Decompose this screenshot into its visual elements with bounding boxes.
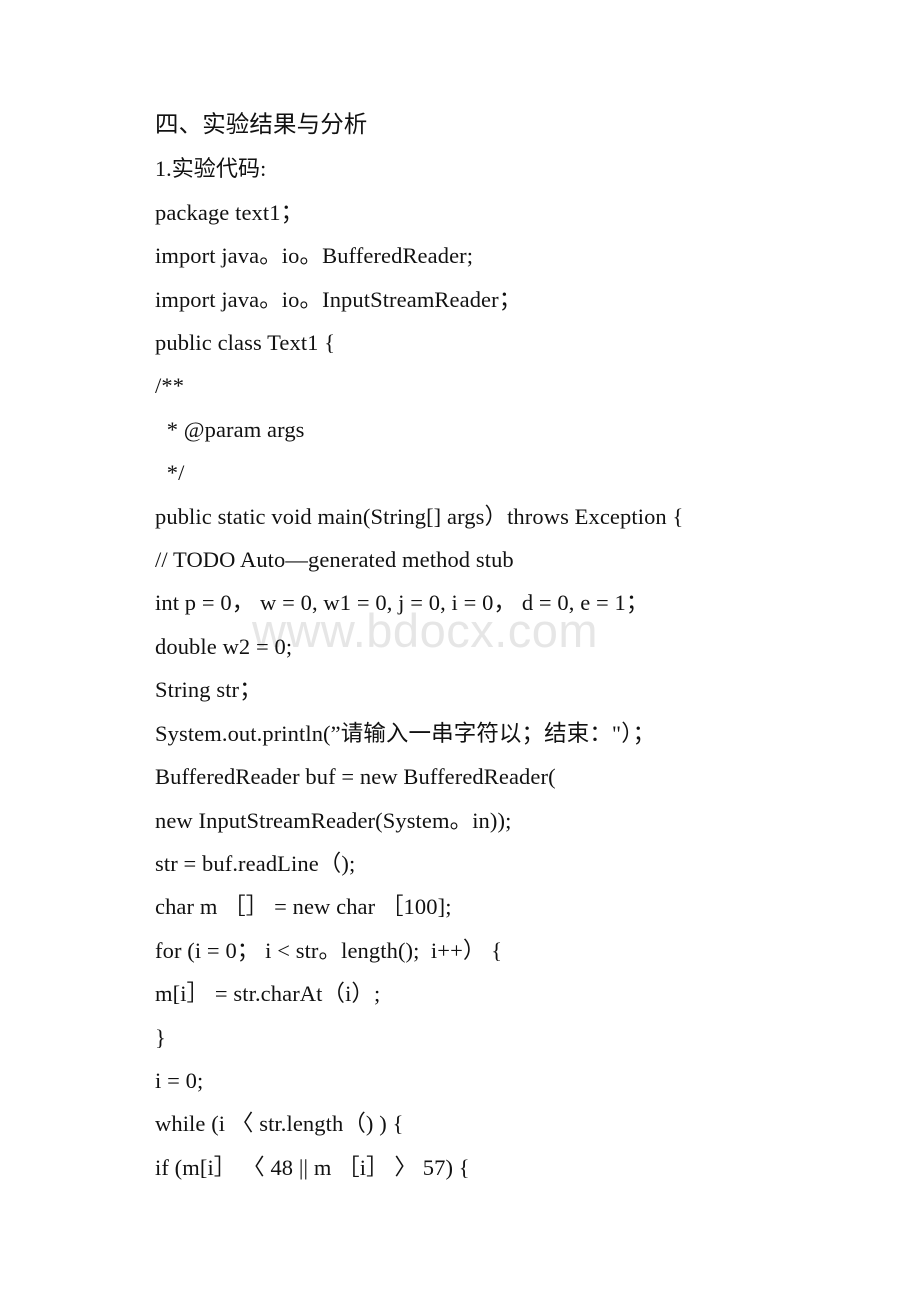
code-line: // TODO Auto—generated method stub (155, 547, 514, 573)
code-line: if (m[i］ 〈 48 || m ［i］ 〉 57) { (155, 1154, 470, 1180)
subsection-heading: 1.实验代码: (155, 156, 267, 182)
code-line: str = buf.readLine（); (155, 850, 356, 876)
code-line: public class Text1 { (155, 330, 336, 356)
code-line: package text1； (155, 199, 304, 225)
section-heading: 四、实验结果与分析 (155, 112, 368, 138)
code-line: */ (161, 460, 185, 486)
code-line: new InputStreamReader(System。in)); (155, 807, 512, 833)
code-line: while (i 〈 str.length（) ) { (155, 1111, 404, 1137)
code-line: } (155, 1024, 166, 1050)
code-line: public static void main(String[] args）th… (155, 503, 684, 529)
code-line: char m ［］ = new char ［100]; (155, 894, 452, 920)
code-line: m[i］ = str.charAt（i）; (155, 981, 381, 1007)
code-line: String str； (155, 677, 262, 703)
code-line: double w2 = 0; (155, 633, 293, 659)
document-text-body: 四、实验结果与分析 1.实验代码: package text1； import … (155, 104, 855, 1189)
code-line: import java。io。InputStreamReader； (155, 286, 522, 312)
code-line: for (i = 0； i < str。length(); i++） { (155, 937, 503, 963)
code-line: i = 0; (155, 1067, 204, 1093)
code-line: int p = 0， w = 0, w1 = 0, j = 0, i = 0， … (155, 590, 649, 616)
code-line: import java。io。BufferedReader; (155, 243, 474, 269)
document-page: www.bdocx.com 四、实验结果与分析 1.实验代码: package … (0, 0, 920, 1302)
code-line: * @param args (161, 416, 305, 442)
code-line: BufferedReader buf = new BufferedReader( (155, 764, 556, 790)
code-line: System.out.println(”请输入一串字符以；结束："）； (155, 720, 656, 746)
code-line: /** (155, 373, 185, 399)
